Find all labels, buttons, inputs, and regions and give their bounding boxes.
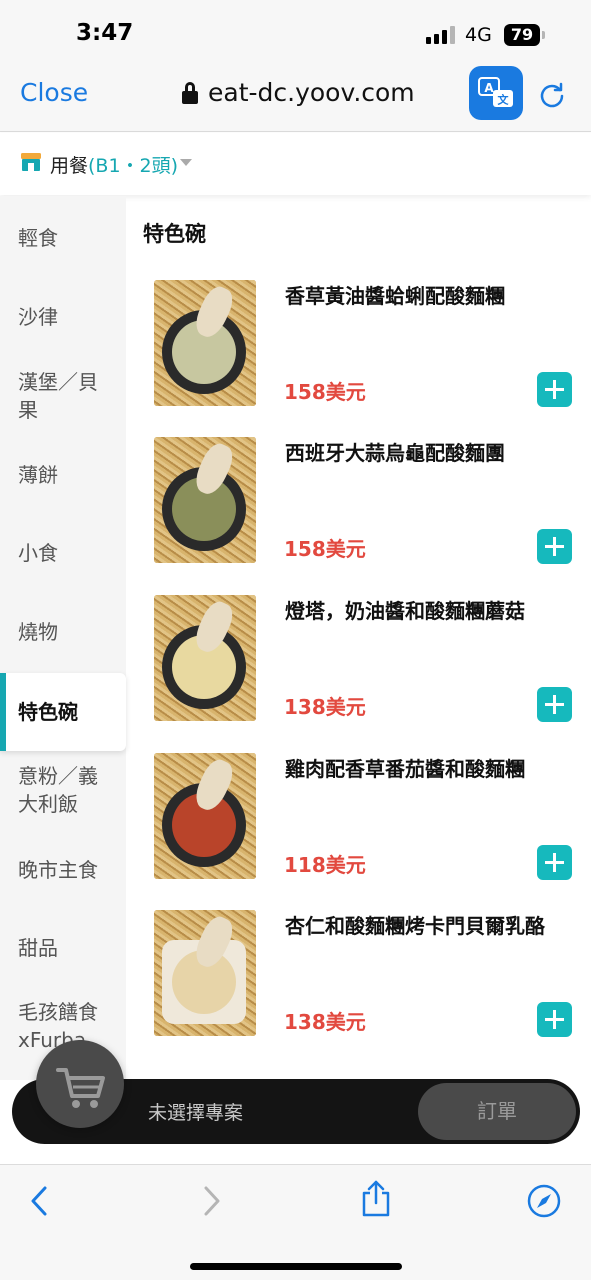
translate-button[interactable]: A 文 (469, 66, 523, 120)
url-bar[interactable]: eat-dc.yoov.com (182, 78, 415, 107)
table-info: (B1・2頭) (88, 155, 179, 177)
share-icon[interactable] (358, 1179, 394, 1217)
sidebar-item-light-meals[interactable]: 輕食 (0, 224, 126, 252)
url-text: eat-dc.yoov.com (208, 78, 415, 107)
item-price: 118美元 (284, 853, 366, 877)
forward-icon[interactable] (193, 1183, 229, 1219)
food-image (154, 595, 256, 721)
item-name: 香草黃油醬蛤蜊配酸麵糰 (285, 284, 505, 308)
sidebar-item-pizza[interactable]: 薄餅 (0, 461, 126, 489)
food-image (154, 910, 256, 1036)
signal-icon (426, 26, 456, 44)
reload-icon[interactable] (537, 80, 567, 110)
menu-item[interactable]: 杏仁和酸麵糰烤卡門貝爾乳酪 138美元 (143, 910, 583, 1050)
cart-icon (56, 1068, 105, 1108)
battery-icon: 79 (504, 24, 540, 46)
sidebar-item-salad[interactable]: 沙律 (0, 303, 126, 331)
cart-status: 未選擇專案 (148, 1102, 244, 1124)
item-price: 158美元 (284, 537, 366, 561)
food-image (154, 437, 256, 563)
compass-icon[interactable] (526, 1183, 562, 1219)
menu-item[interactable]: 西班牙大蒜烏龜配酸麵團 158美元 (143, 437, 583, 577)
browser-header: Close eat-dc.yoov.com A 文 (0, 62, 591, 132)
network-type: 4G (465, 24, 492, 46)
category-sidebar: 輕食 沙律 漢堡／貝果 薄餅 小食 燒物 特色碗 意粉／義大利飯 晚市主食 甜品… (0, 196, 126, 1080)
svg-text:文: 文 (498, 93, 510, 107)
lock-icon (182, 81, 198, 104)
order-button[interactable]: 訂單 (418, 1083, 576, 1140)
close-button[interactable]: Close (20, 78, 88, 107)
add-button[interactable] (537, 845, 572, 880)
menu-item[interactable]: 燈塔，奶油醬和酸麵糰蘑菇 138美元 (143, 595, 583, 735)
cart-button[interactable] (36, 1040, 124, 1128)
sidebar-item-special-bowls[interactable]: 特色碗 (0, 673, 126, 751)
order-type-bar[interactable]: 用餐 (B1・2頭) (0, 133, 591, 195)
item-price: 138美元 (284, 1010, 366, 1034)
menu-item[interactable]: 雞肉配香草番茄醬和酸麵糰 118美元 (143, 753, 583, 893)
sidebar-item-pasta-risotto[interactable]: 意粉／義大利飯 (0, 762, 110, 818)
shop-icon (20, 151, 42, 173)
add-button[interactable] (537, 1002, 572, 1037)
food-image (154, 280, 256, 406)
svg-text:A: A (484, 81, 494, 95)
add-button[interactable] (537, 529, 572, 564)
sidebar-item-burger-bagel[interactable]: 漢堡／貝果 (0, 368, 110, 424)
sidebar-item-grill[interactable]: 燒物 (0, 618, 126, 646)
browser-toolbar (0, 1164, 591, 1280)
order-type-label: 用餐 (50, 155, 89, 177)
home-indicator (190, 1263, 402, 1270)
sidebar-item-desserts[interactable]: 甜品 (0, 934, 126, 962)
menu-item[interactable]: 香草黃油醬蛤蜊配酸麵糰 158美元 (143, 280, 583, 420)
sidebar-item-snacks[interactable]: 小食 (0, 539, 126, 567)
add-button[interactable] (537, 687, 572, 722)
sidebar-item-dinner-mains[interactable]: 晚市主食 (0, 856, 126, 884)
battery-tip (542, 31, 545, 39)
back-icon[interactable] (22, 1183, 58, 1219)
food-image (154, 753, 256, 879)
add-button[interactable] (537, 372, 572, 407)
item-name: 西班牙大蒜烏龜配酸麵團 (285, 441, 505, 465)
status-time: 3:47 (76, 20, 134, 46)
item-name: 雞肉配香草番茄醬和酸麵糰 (285, 757, 525, 781)
status-bar: 3:47 4G 79 (0, 0, 591, 62)
section-title: 特色碗 (143, 222, 206, 246)
chevron-down-icon (180, 159, 192, 166)
item-price: 138美元 (284, 695, 366, 719)
item-name: 燈塔，奶油醬和酸麵糰蘑菇 (285, 599, 525, 623)
translate-icon: A 文 (478, 77, 513, 107)
item-price: 158美元 (284, 380, 366, 404)
item-name: 杏仁和酸麵糰烤卡門貝爾乳酪 (285, 914, 545, 938)
